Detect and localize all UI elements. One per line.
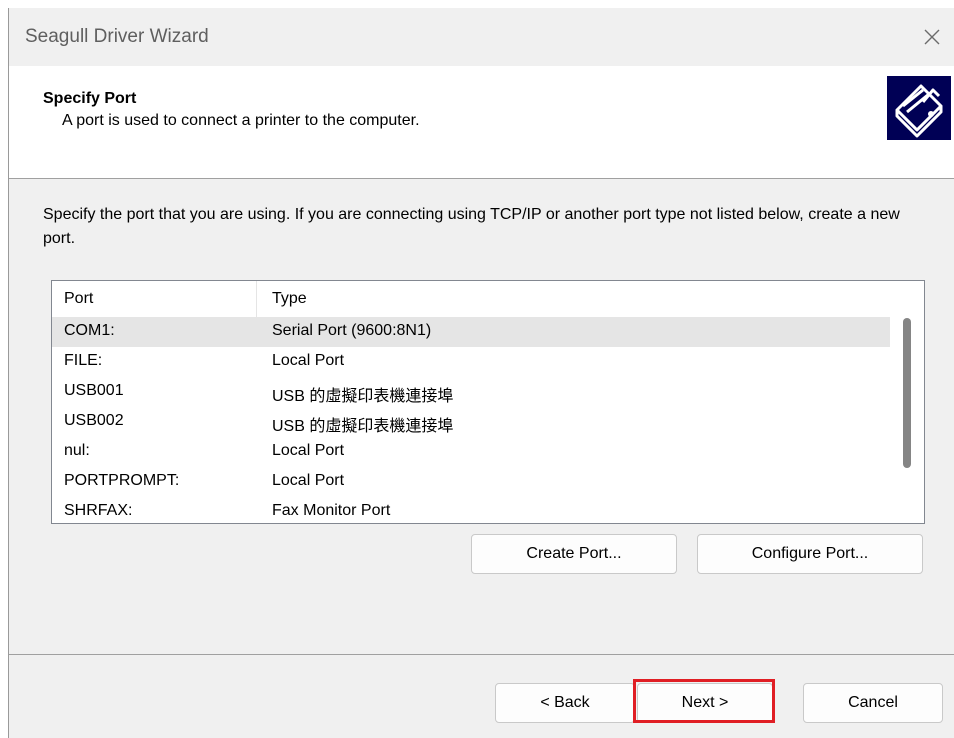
list-header: Port Type (52, 281, 890, 317)
close-button[interactable] (909, 8, 954, 66)
vertical-scrollbar[interactable] (890, 281, 924, 523)
port-name: COM1: (64, 322, 115, 339)
port-type: Local Port (272, 472, 345, 489)
port-type: USB 的虛擬印表機連接埠 (272, 418, 454, 435)
port-name: SHRFAX: (64, 502, 133, 519)
list-item[interactable]: USB001 USB 的虛擬印表機連接埠 (52, 377, 890, 407)
header-divider (9, 178, 954, 179)
column-header-type[interactable]: Type (272, 290, 307, 308)
wizard-window: Seagull Driver Wizard Specify Port A por… (8, 8, 954, 738)
cancel-button[interactable]: Cancel (803, 683, 943, 723)
port-name: nul: (64, 442, 90, 459)
header-panel: Specify Port A port is used to connect a… (9, 66, 954, 178)
title-bar: Seagull Driver Wizard (9, 8, 954, 66)
configure-port-button[interactable]: Configure Port... (697, 534, 923, 574)
list-item[interactable]: COM1: Serial Port (9600:8N1) (52, 317, 890, 347)
scrollbar-thumb[interactable] (903, 318, 911, 468)
port-type: Serial Port (9600:8N1) (272, 322, 432, 339)
port-name: FILE: (64, 352, 103, 369)
list-item[interactable]: nul: Local Port (52, 437, 890, 467)
column-header-port[interactable]: Port (64, 290, 93, 308)
page-title: Specify Port (43, 90, 137, 107)
port-name: PORTPROMPT: (64, 472, 180, 489)
page-subtitle: A port is used to connect a printer to t… (62, 112, 420, 129)
printer-icon (887, 76, 951, 140)
window-title: Seagull Driver Wizard (25, 26, 209, 47)
column-separator[interactable] (256, 281, 257, 317)
port-name: USB002 (64, 412, 124, 429)
port-name: USB001 (64, 382, 124, 399)
port-type: Local Port (272, 442, 345, 459)
footer-divider (9, 654, 954, 655)
close-icon (924, 29, 940, 45)
create-port-button[interactable]: Create Port... (471, 534, 677, 574)
port-list[interactable]: Port Type COM1: Serial Port (9600:8N1) F… (51, 280, 925, 524)
next-button[interactable]: Next > (637, 683, 773, 723)
port-type: USB 的虛擬印表機連接埠 (272, 388, 454, 405)
list-item[interactable]: SHRFAX: Fax Monitor Port (52, 497, 890, 523)
back-button[interactable]: < Back (495, 683, 635, 723)
port-type: Local Port (272, 352, 345, 369)
port-type: Fax Monitor Port (272, 502, 391, 519)
list-item[interactable]: FILE: Local Port (52, 347, 890, 377)
list-item[interactable]: PORTPROMPT: Local Port (52, 467, 890, 497)
instructions-text: Specify the port that you are using. If … (43, 206, 900, 247)
list-item[interactable]: USB002 USB 的虛擬印表機連接埠 (52, 407, 890, 437)
